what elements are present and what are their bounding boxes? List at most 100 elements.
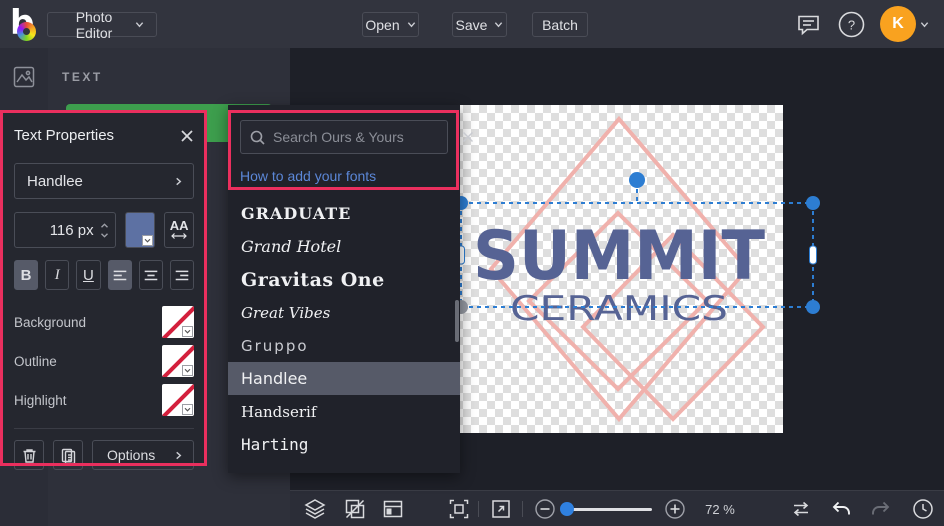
outline-label: Outline [14,353,57,369]
font-size-input[interactable] [41,221,94,239]
zoom-in-icon[interactable] [664,498,686,520]
font-item-grand-hotel[interactable]: Grand Hotel [228,230,460,263]
chevron-right-icon [176,177,182,185]
avatar[interactable]: K [880,6,916,42]
account-chevron-down-icon[interactable] [920,20,929,29]
swatch-dropdown-icon[interactable] [182,365,193,376]
text-color-swatch[interactable] [124,212,156,248]
horizontal-arrows-icon [171,233,187,239]
save-label: Save [455,16,488,33]
copy-icon [61,448,75,464]
underline-button[interactable]: U [76,260,101,290]
swatch-dropdown-icon[interactable] [182,326,193,337]
letter-spacing-button[interactable]: AA [164,212,194,248]
clear-search-icon[interactable] [462,131,474,143]
text-properties-panel: Text Properties Handlee AA [2,113,206,470]
corner-handle-bottom-right[interactable] [806,300,820,314]
font-item-great-vibes[interactable]: Great Vibes [228,296,460,329]
italic-label: I [54,266,60,283]
canvas[interactable]: SUMMIT CERAMICS [455,105,783,433]
side-handle-right[interactable] [809,245,817,265]
options-button[interactable]: Options [92,440,194,470]
search-icon [250,130,265,145]
outline-row: Outline [14,345,194,377]
background-color-swatch[interactable] [162,306,194,338]
align-center-button[interactable] [138,260,163,290]
text-panel-header: TEXT [62,70,103,84]
highlight-row: Highlight [14,384,194,416]
history-icon[interactable] [912,498,934,520]
help-icon[interactable]: ? [838,11,865,38]
font-item-gruppo[interactable]: Gruppo [228,329,460,362]
trash-icon [23,448,35,463]
batch-label: Batch [542,16,578,33]
font-family-value: Handlee [27,172,83,190]
swatch-dropdown-icon[interactable] [142,235,154,246]
delete-button[interactable] [14,440,44,470]
compare-icon[interactable] [790,498,812,520]
logo-color-wheel-icon [17,22,36,41]
bold-button[interactable]: B [14,260,39,290]
open-button[interactable]: Open [362,12,419,37]
zoom-slider-thumb[interactable] [560,502,574,516]
options-label: Options [107,447,156,463]
spinner-down-icon[interactable] [100,232,109,238]
zoom-level-label: 72 % [705,502,735,517]
font-search-input[interactable] [273,129,454,145]
close-icon[interactable] [180,129,194,143]
font-item-graduate[interactable]: Graduate [228,197,460,230]
align-left-button[interactable] [107,260,132,290]
font-size-spinners[interactable] [100,222,109,238]
font-search-box[interactable] [240,120,474,154]
comment-icon[interactable] [795,11,822,38]
zoom-slider[interactable] [560,502,652,516]
chevron-down-icon [495,22,503,28]
add-fonts-link[interactable]: How to add your fonts [240,168,376,184]
zoom-out-icon[interactable] [534,498,556,520]
duplicate-button[interactable] [53,440,83,470]
canvas-text-line2[interactable]: CERAMICS [510,289,728,329]
panel-title: Text Properties [14,127,115,144]
chevron-right-icon [176,451,182,459]
batch-button[interactable]: Batch [532,12,588,37]
underline-label: U [83,266,94,284]
save-button[interactable]: Save [452,12,507,37]
image-manager-icon[interactable] [13,66,35,88]
corner-handle-top-right[interactable] [806,196,820,210]
chevron-down-icon [407,22,415,28]
undo-icon[interactable] [830,498,852,520]
resize-icon[interactable] [490,498,512,520]
redo-icon[interactable] [870,498,892,520]
outline-color-swatch[interactable] [162,345,194,377]
top-bar: b Photo Editor Open Save Batch ? [0,0,944,48]
swatch-dropdown-icon[interactable] [182,404,193,415]
logo-artwork: SUMMIT CERAMICS [473,115,766,423]
font-list: Graduate Grand Hotel Gravitas One Great … [228,197,460,461]
chevron-down-icon [135,22,144,28]
layout-icon[interactable] [382,498,404,520]
app-menu-button[interactable]: Photo Editor [47,9,157,41]
fonts-panel: How to add your fonts Graduate Grand Hot… [228,105,474,473]
spinner-up-icon[interactable] [100,222,109,229]
layers-icon[interactable] [304,498,326,520]
italic-button[interactable]: I [45,260,70,290]
highlight-color-swatch[interactable] [162,384,194,416]
font-item-handlee[interactable]: Handlee [228,362,460,395]
bottom-toolbar: 72 % [290,490,944,526]
canvas-text-line1[interactable]: SUMMIT [473,217,766,296]
font-item-harting[interactable]: Harting [228,428,460,461]
svg-text:?: ? [848,18,855,33]
scrollbar-thumb[interactable] [455,300,459,342]
align-right-button[interactable] [169,260,195,290]
font-item-handserif[interactable]: Handserif [228,395,460,428]
font-item-gravitas-one[interactable]: Gravitas One [228,263,460,296]
highlight-label: Highlight [14,392,67,408]
fit-screen-icon[interactable] [448,498,470,520]
font-family-select[interactable]: Handlee [14,163,194,199]
befunky-logo[interactable]: b [10,3,44,43]
toolbar-divider [478,501,479,517]
bold-label: B [20,266,32,284]
toolbar-divider [522,501,523,517]
font-size-stepper[interactable] [14,212,116,248]
crop-rotate-icon[interactable] [344,498,366,520]
